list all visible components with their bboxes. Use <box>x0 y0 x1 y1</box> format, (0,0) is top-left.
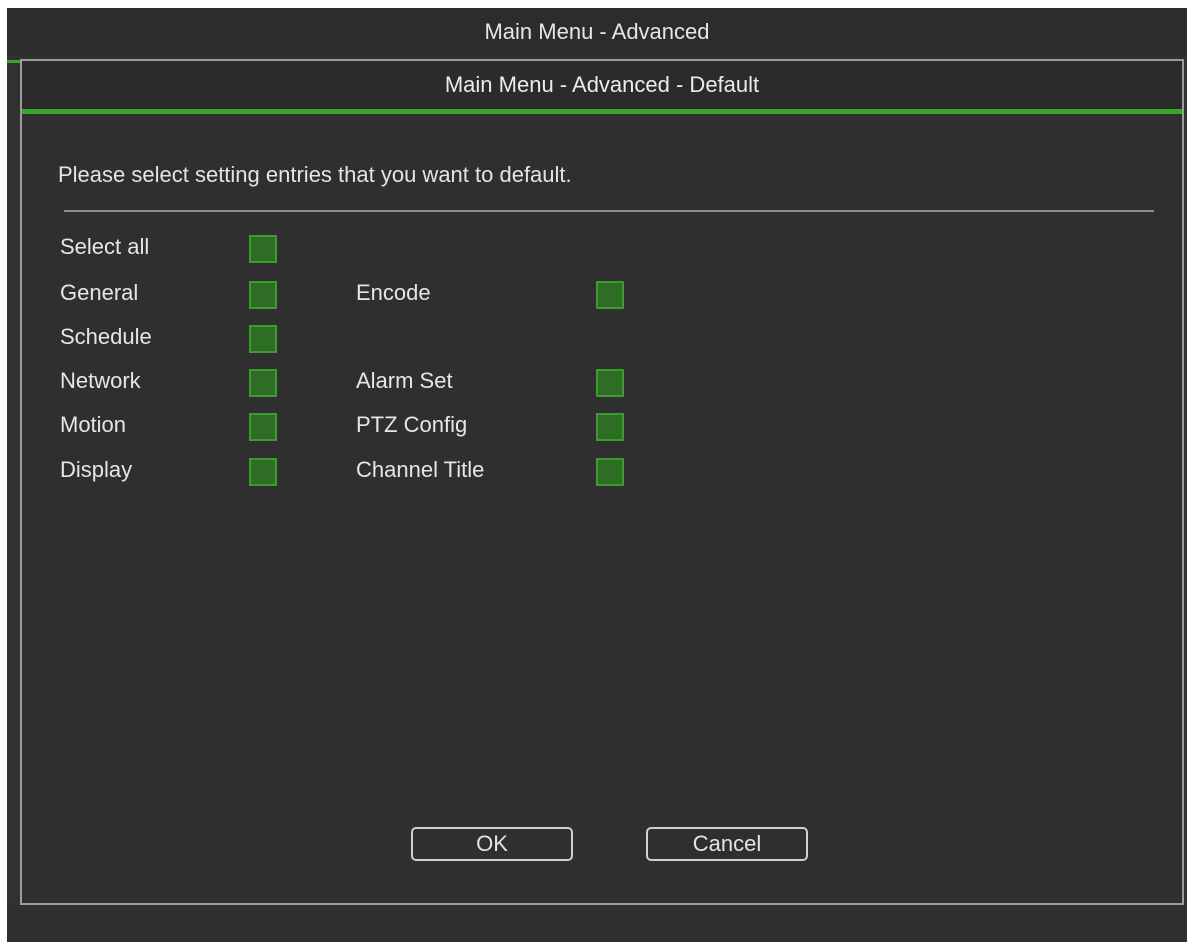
instruction-text: Please select setting entries that you w… <box>58 162 572 187</box>
default-dialog: Main Menu - Advanced - Default Please se… <box>20 59 1184 905</box>
window-title: Main Menu - Advanced <box>7 8 1187 56</box>
network-checkbox[interactable] <box>249 369 277 397</box>
select-all-checkbox[interactable] <box>249 235 277 263</box>
motion-label: Motion <box>60 412 127 437</box>
dialog-title: Main Menu - Advanced - Default <box>22 61 1182 109</box>
separator <box>64 210 1154 212</box>
display-checkbox[interactable] <box>249 458 277 486</box>
alarm-set-label: Alarm Set <box>356 368 453 393</box>
alarm-set-checkbox[interactable] <box>596 369 624 397</box>
ptz-config-label: PTZ Config <box>356 412 468 437</box>
ok-button[interactable]: OK <box>411 827 573 861</box>
cancel-button[interactable]: Cancel <box>646 827 808 861</box>
encode-checkbox[interactable] <box>596 281 624 309</box>
dialog-title-accent-line <box>22 109 1182 114</box>
network-label: Network <box>60 368 141 393</box>
display-label: Display <box>60 457 133 482</box>
schedule-label: Schedule <box>60 324 152 349</box>
footer-bar <box>7 905 1187 942</box>
encode-label: Encode <box>356 280 431 305</box>
general-checkbox[interactable] <box>249 281 277 309</box>
channel-title-checkbox[interactable] <box>596 458 624 486</box>
window-accent-line <box>7 60 21 63</box>
schedule-checkbox[interactable] <box>249 325 277 353</box>
general-label: General <box>60 280 139 305</box>
channel-title-label: Channel Title <box>356 457 485 482</box>
select-all-label: Select all <box>60 234 150 259</box>
ptz-config-checkbox[interactable] <box>596 413 624 441</box>
motion-checkbox[interactable] <box>249 413 277 441</box>
app-window: Main Menu - Advanced Main Menu - Advance… <box>7 8 1187 942</box>
